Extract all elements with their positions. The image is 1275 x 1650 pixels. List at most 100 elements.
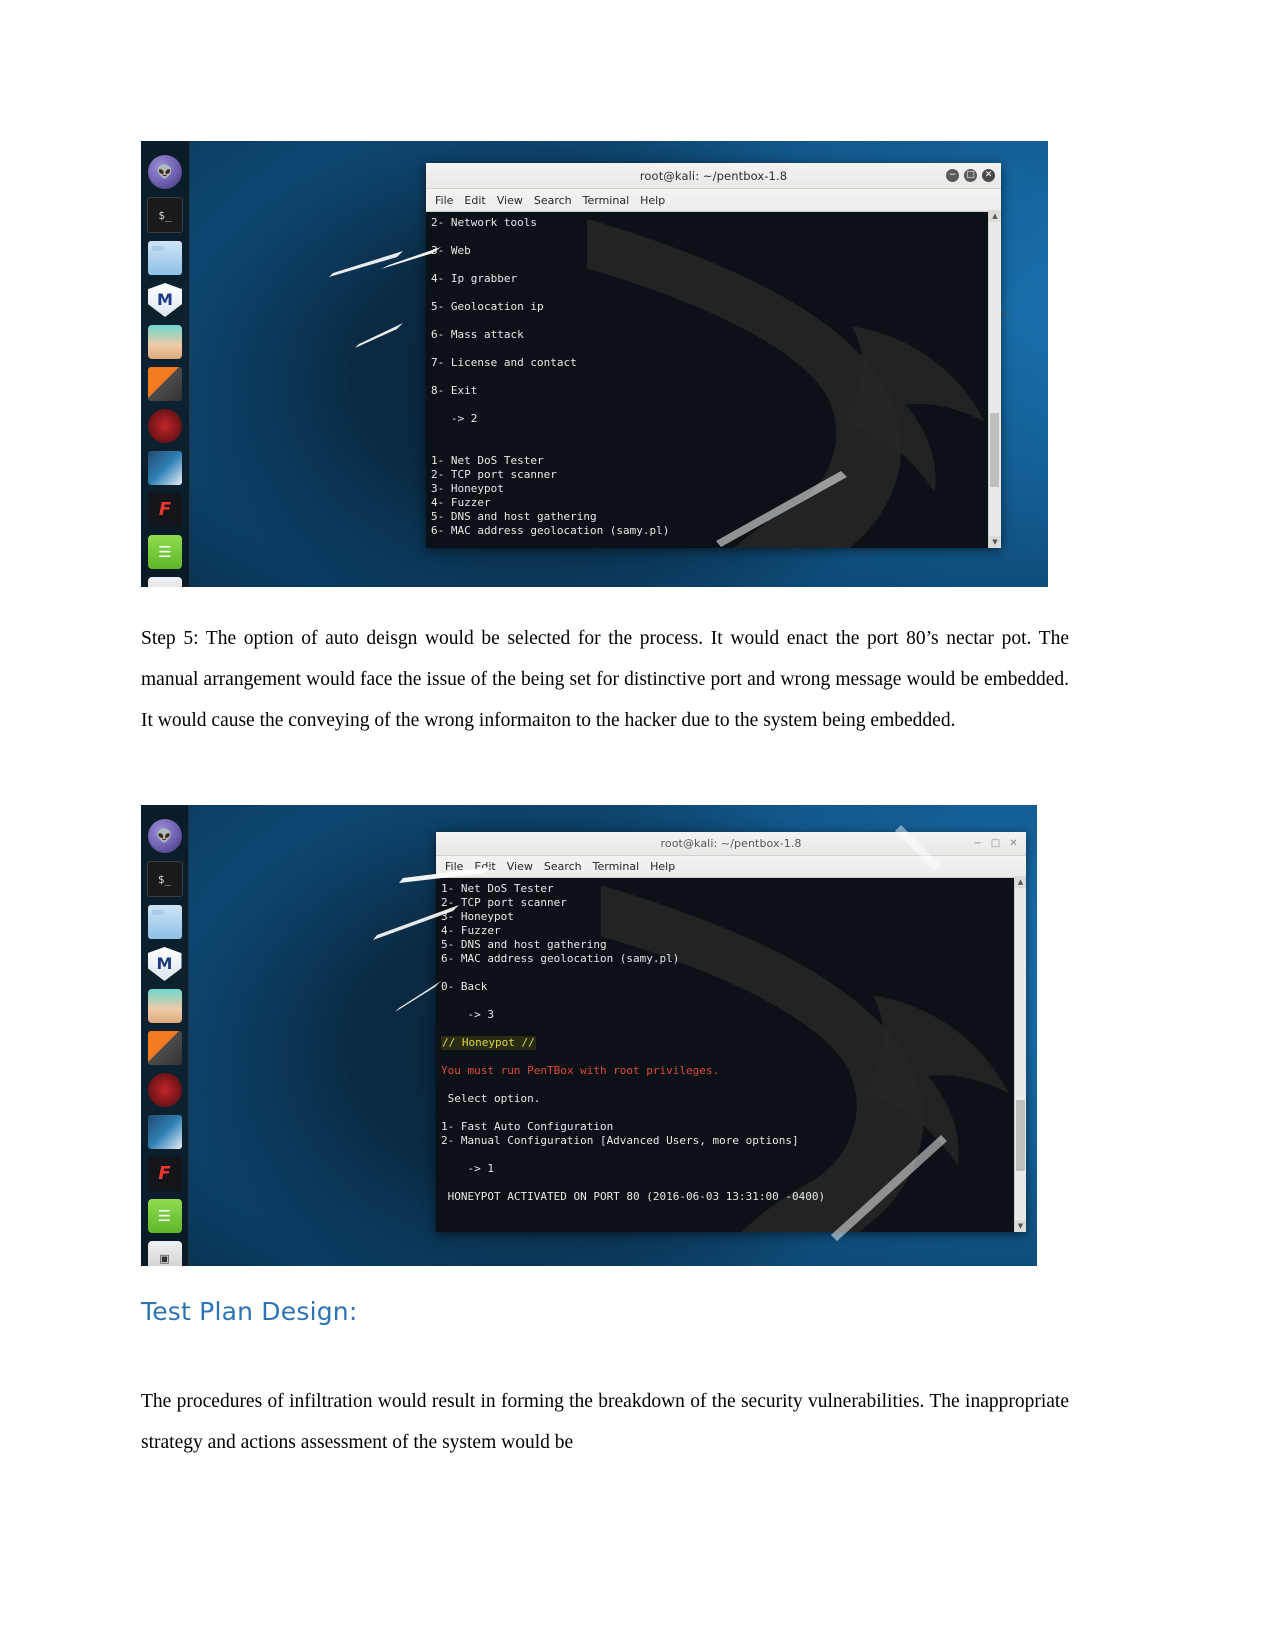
terminal-lines-2: 1- Net DoS Tester 2- TCP port scanner 3- H… bbox=[441, 882, 1026, 1204]
close-button[interactable]: ✕ bbox=[1007, 837, 1020, 850]
minimize-button[interactable]: − bbox=[946, 169, 959, 182]
document-page: 👽 $_ M F ☰ ▣ root@kali: ~/pentbox-1.8 − … bbox=[0, 0, 1275, 1650]
menu-help[interactable]: Help bbox=[640, 193, 672, 208]
faraday-icon[interactable]: F bbox=[147, 1157, 182, 1191]
terminal-line: You must run PenTBox with root privilege… bbox=[441, 1064, 1026, 1078]
calculator-icon[interactable]: ▣ bbox=[148, 577, 182, 587]
menu-view[interactable]: View bbox=[497, 193, 530, 208]
scrollbar-thumb[interactable] bbox=[1016, 1100, 1025, 1172]
terminal-window-1[interactable]: root@kali: ~/pentbox-1.8 − □ ✕ File Edit… bbox=[426, 163, 1001, 548]
window-controls-1[interactable]: − □ ✕ bbox=[946, 163, 995, 188]
terminal-line: 4- Fuzzer bbox=[431, 496, 491, 509]
menu-edit[interactable]: Edit bbox=[474, 859, 502, 874]
menu-file[interactable]: File bbox=[435, 193, 460, 208]
faraday-icon[interactable]: F bbox=[148, 493, 182, 527]
terminal-line: 5- DNS and host gathering bbox=[441, 938, 607, 951]
terminal-line: 3- Honeypot bbox=[441, 910, 514, 923]
terminal-line: 4- Ip grabber bbox=[431, 272, 518, 285]
menu-terminal[interactable]: Terminal bbox=[583, 193, 637, 208]
terminal-line: 4- Fuzzer bbox=[441, 924, 501, 937]
file-manager-icon[interactable] bbox=[147, 905, 182, 939]
terminal-line: // Honeypot // bbox=[441, 1036, 1026, 1050]
scroll-down-arrow-icon[interactable]: ▼ bbox=[989, 536, 1001, 548]
terminal-line: 6- MAC address geolocation (samy.pl) bbox=[441, 952, 680, 965]
terminal-line: 6- Mass attack bbox=[431, 328, 524, 341]
kali-taskbar-dock-2[interactable]: 👽 $_ M F ☰ ▣ bbox=[141, 805, 189, 1266]
terminal-icon[interactable]: $_ bbox=[146, 861, 183, 897]
text-editor-icon[interactable]: ☰ bbox=[147, 1199, 182, 1233]
burpsuite-icon[interactable] bbox=[148, 367, 182, 401]
file-manager-icon[interactable] bbox=[148, 241, 182, 275]
maximize-button[interactable]: □ bbox=[964, 169, 977, 182]
terminal-line: 8- Exit bbox=[431, 384, 478, 397]
terminal-output-1[interactable]: 2- Network tools 3- Web 4- Ip grabber 5-… bbox=[426, 212, 1001, 548]
terminal-title-2: root@kali: ~/pentbox-1.8 bbox=[660, 837, 802, 850]
kali-dragon-icon[interactable]: 👽 bbox=[148, 155, 182, 189]
menu-search[interactable]: Search bbox=[534, 193, 579, 208]
zenmap-icon[interactable] bbox=[147, 1115, 182, 1149]
armitage-icon[interactable] bbox=[147, 989, 182, 1023]
scroll-down-arrow-icon[interactable]: ▼ bbox=[1015, 1220, 1026, 1232]
burpsuite-icon[interactable] bbox=[147, 1031, 182, 1065]
terminal-line: 3- Honeypot bbox=[431, 482, 504, 495]
terminal-menubar-1[interactable]: File Edit View Search Terminal Help bbox=[426, 189, 1001, 212]
metasploit-icon[interactable]: M bbox=[148, 283, 182, 317]
terminal-line: 2- TCP port scanner bbox=[441, 896, 567, 909]
scroll-up-arrow-icon[interactable]: ▲ bbox=[989, 210, 1001, 222]
terminal-scrollbar-1[interactable]: ▲ ▼ bbox=[988, 210, 1001, 548]
scroll-up-arrow-icon[interactable]: ▲ bbox=[1015, 876, 1026, 888]
faraday-glyph: F bbox=[158, 1163, 171, 1184]
terminal-titlebar-2[interactable]: root@kali: ~/pentbox-1.8 − □ ✕ bbox=[436, 832, 1026, 856]
menu-search[interactable]: Search bbox=[544, 859, 589, 874]
menu-terminal[interactable]: Terminal bbox=[593, 859, 647, 874]
calculator-icon[interactable]: ▣ bbox=[147, 1241, 182, 1266]
menu-file[interactable]: File bbox=[445, 859, 470, 874]
terminal-titlebar-1[interactable]: root@kali: ~/pentbox-1.8 − □ ✕ bbox=[426, 163, 1001, 189]
beef-icon[interactable] bbox=[147, 1073, 182, 1107]
terminal-line: 1- Fast Auto Configuration bbox=[441, 1120, 614, 1133]
minimize-button[interactable]: − bbox=[971, 837, 984, 850]
terminal-line: 1- Net DoS Tester bbox=[441, 882, 554, 895]
terminal-output-2[interactable]: 1- Net DoS Tester 2- TCP port scanner 3- H… bbox=[436, 878, 1026, 1232]
metasploit-icon[interactable]: M bbox=[147, 947, 182, 981]
paragraph-step-5: Step 5: The option of auto deisgn would … bbox=[141, 628, 1069, 731]
root-privileges-warning: You must run PenTBox with root privilege… bbox=[441, 1064, 720, 1077]
scrollbar-thumb[interactable] bbox=[990, 412, 999, 488]
terminal-line: 2- Network tools bbox=[431, 216, 537, 229]
beef-icon[interactable] bbox=[148, 409, 182, 443]
armitage-icon[interactable] bbox=[148, 325, 182, 359]
kali-glyph: 👽 bbox=[156, 828, 173, 844]
maximize-button[interactable]: □ bbox=[989, 837, 1002, 850]
terminal-menubar-2[interactable]: File Edit View Search Terminal Help bbox=[436, 856, 1026, 878]
terminal-prompt-line: -> 2 bbox=[431, 412, 478, 425]
terminal-icon[interactable]: $_ bbox=[147, 197, 183, 233]
terminal-line: 6- MAC address geolocation (samy.pl) bbox=[431, 524, 670, 537]
menu-edit[interactable]: Edit bbox=[464, 193, 492, 208]
menu-view[interactable]: View bbox=[507, 859, 540, 874]
close-button[interactable]: ✕ bbox=[982, 169, 995, 182]
text-editor-icon[interactable]: ☰ bbox=[148, 535, 182, 569]
terminal-scrollbar-2[interactable]: ▲ ▼ bbox=[1014, 876, 1026, 1232]
terminal-window-2[interactable]: root@kali: ~/pentbox-1.8 − □ ✕ File Edit… bbox=[436, 832, 1026, 1232]
menu-help[interactable]: Help bbox=[650, 859, 682, 874]
terminal-line: 3- Web bbox=[431, 244, 471, 257]
window-controls-2[interactable]: − □ ✕ bbox=[971, 832, 1020, 855]
honeypot-banner: // Honeypot // bbox=[441, 1036, 536, 1050]
kali-glyph: 👽 bbox=[156, 164, 174, 180]
terminal-line: -> 1 bbox=[441, 1162, 494, 1175]
terminal-line: 7- License and contact bbox=[431, 356, 577, 369]
zenmap-icon[interactable] bbox=[148, 451, 182, 485]
kali-taskbar-dock-1[interactable]: 👽 $_ M F ☰ ▣ bbox=[141, 141, 190, 587]
kali-dragon-icon[interactable]: 👽 bbox=[147, 819, 182, 853]
screenshot-figure-2: 👽 $_ M F ☰ ▣ root@kali: ~/pentbox-1.8 − … bbox=[141, 805, 1037, 1266]
